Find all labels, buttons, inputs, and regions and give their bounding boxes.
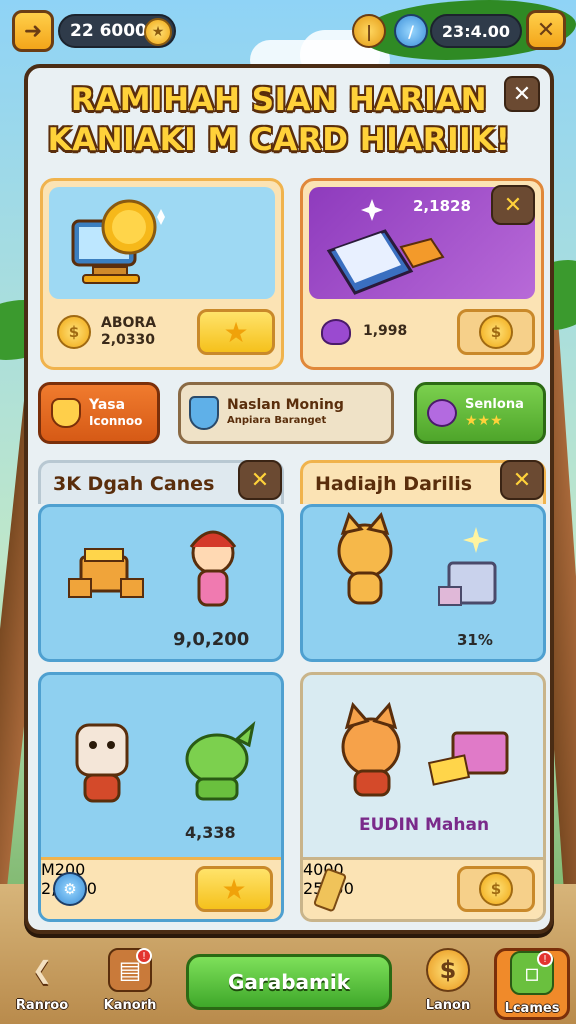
close-icon: ✕ <box>512 81 532 107</box>
reward-card-computer[interactable]: $ ABORA 2,0330 ★ <box>40 178 284 370</box>
box2-value: 31% <box>457 631 493 649</box>
box3-value: 4,338 <box>185 823 236 842</box>
close-icon: ✕ <box>503 192 523 218</box>
star-icon: ★ <box>223 315 249 349</box>
card1-text: ABORA 2,0330 <box>101 315 156 349</box>
card-close-button[interactable]: ✕ <box>491 185 535 225</box>
box4-label: EUDIN Mahan <box>359 815 490 835</box>
main-claim-button[interactable]: Garabamik <box>186 954 392 1010</box>
nav-item-back[interactable]: ❮ Ranroo <box>6 948 78 1020</box>
yasa-line2: Iconnoo <box>89 414 143 428</box>
shield-icon <box>189 396 219 430</box>
card2-badge-value: 2,1828 <box>413 197 471 215</box>
title-line-1: RAMIHAH SIAN HARIAN <box>70 82 488 118</box>
gear-coin-icon: ⚙ <box>53 872 87 906</box>
reward-box-fox[interactable]: EUDIN Mahan 4000 25050 $ <box>300 672 546 922</box>
dog-gift-icon <box>337 512 497 606</box>
box4-footer: 4000 25050 $ <box>303 857 543 919</box>
coin-icon: ★ <box>144 18 172 46</box>
notification-badge: ! <box>136 948 152 964</box>
senlona-line1: Senlona <box>465 397 524 412</box>
star-icon: ★ <box>221 872 247 906</box>
section-close-button-left[interactable]: ✕ <box>238 460 282 500</box>
computer-coin-icon <box>71 199 165 284</box>
reward-box-treasure[interactable]: 9,0,200 <box>38 504 284 662</box>
nav-label-coin: Lanon <box>425 998 471 1013</box>
top-bar: ➜ 22 6000 ★ | / 23:4.00 ✕ <box>0 8 576 52</box>
card1-line2: 2,0330 <box>101 332 156 348</box>
gold-token-icon[interactable]: | <box>352 14 386 48</box>
section-title-right: Hadiajh Darilis <box>315 472 473 495</box>
coin-amount: 22 6000 <box>70 21 147 41</box>
yasa-label: Yasa Iconnoo <box>89 397 142 429</box>
close-icon: ✕ <box>250 467 270 493</box>
box3-footer: ⚙ M200 2,6330 ★ <box>41 857 281 919</box>
fox-gift-icon <box>341 701 509 797</box>
back-button[interactable]: ➜ <box>12 10 54 52</box>
daily-reward-panel: ✕ RAMIHAH SIAN HARIAN KANIAKI M CARD HIA… <box>24 64 554 934</box>
morning-line2: Anpiara Baranget <box>227 415 327 426</box>
morning-bonus-label: Naslan Moning Anpiara Baranget <box>227 397 344 429</box>
nav-item-coin[interactable]: $ Lanon <box>412 948 484 1020</box>
reward-box-dog[interactable]: 31% <box>300 504 546 662</box>
box1-value: 9,0,200 <box>173 629 250 650</box>
coin-icon: $ <box>426 948 470 992</box>
card1-line1: ABORA <box>101 315 157 331</box>
stars-icon: ★★★ <box>465 413 503 429</box>
close-icon: ✕ <box>512 467 532 493</box>
yasa-line1: Yasa <box>89 397 126 413</box>
panel-title: RAMIHAH SIAN HARIAN KANIAKI M CARD HIARI… <box>44 80 514 160</box>
timer: 23:4.00 <box>430 14 522 48</box>
close-button[interactable]: ✕ <box>526 10 566 50</box>
close-icon: ✕ <box>536 17 556 43</box>
morning-bonus-button[interactable]: Naslan Moning Anpiara Baranget <box>178 382 394 444</box>
coin-icon: $ <box>57 315 91 349</box>
senlona-button[interactable]: Senlona ★★★ <box>414 382 546 444</box>
gem-icon <box>321 319 351 345</box>
title-line-2: KANIAKI M CARD HIARIIK! <box>47 122 511 158</box>
coin-counter: 22 6000 ★ <box>58 14 176 48</box>
nav-label-book: Kanorh <box>103 998 157 1013</box>
reward-card-book[interactable]: 2,1828 ✕ 1,998 $ <box>300 178 544 370</box>
back-arrow-icon: ❮ <box>31 956 53 984</box>
card-art <box>49 187 275 299</box>
nav-label-back: Ranroo <box>15 998 69 1013</box>
coin-claim-button[interactable]: $ <box>457 309 535 355</box>
star-claim-button[interactable]: ★ <box>197 309 275 355</box>
bottom-nav: ❮ Ranroo ▤ ! Kanorh Garabamik $ Lanon ▫ … <box>0 944 576 1024</box>
senlona-label: Senlona ★★★ <box>465 397 524 429</box>
coin-claim-button[interactable]: $ <box>457 866 535 912</box>
notification-badge: ! <box>537 951 553 967</box>
coin-icon: $ <box>479 315 513 349</box>
nav-item-book[interactable]: ▤ ! Kanorh <box>94 948 166 1020</box>
hand-icon <box>51 398 81 428</box>
section-close-button-right[interactable]: ✕ <box>500 460 544 500</box>
gem-icon <box>427 399 457 427</box>
yasa-button[interactable]: Yasa Iconnoo <box>38 382 160 444</box>
treasure-girl-icon <box>68 530 237 607</box>
section-title-left: 3K Dgah Canes <box>53 472 215 495</box>
energy-icon[interactable]: / <box>394 14 428 48</box>
back-arrow-icon: ➜ <box>23 18 43 44</box>
pets-icon <box>75 720 256 803</box>
reward-box-pets[interactable]: 4,338 ⚙ M200 2,6330 ★ <box>38 672 284 922</box>
nav-item-games[interactable]: ▫ ! Lcames <box>494 948 570 1020</box>
nav-label-games: Lcames <box>504 1001 560 1016</box>
card2-value: 1,998 <box>363 323 408 339</box>
morning-line1: Naslan Moning <box>227 397 344 413</box>
star-claim-button[interactable]: ★ <box>195 866 273 912</box>
coin-icon: $ <box>479 872 513 906</box>
